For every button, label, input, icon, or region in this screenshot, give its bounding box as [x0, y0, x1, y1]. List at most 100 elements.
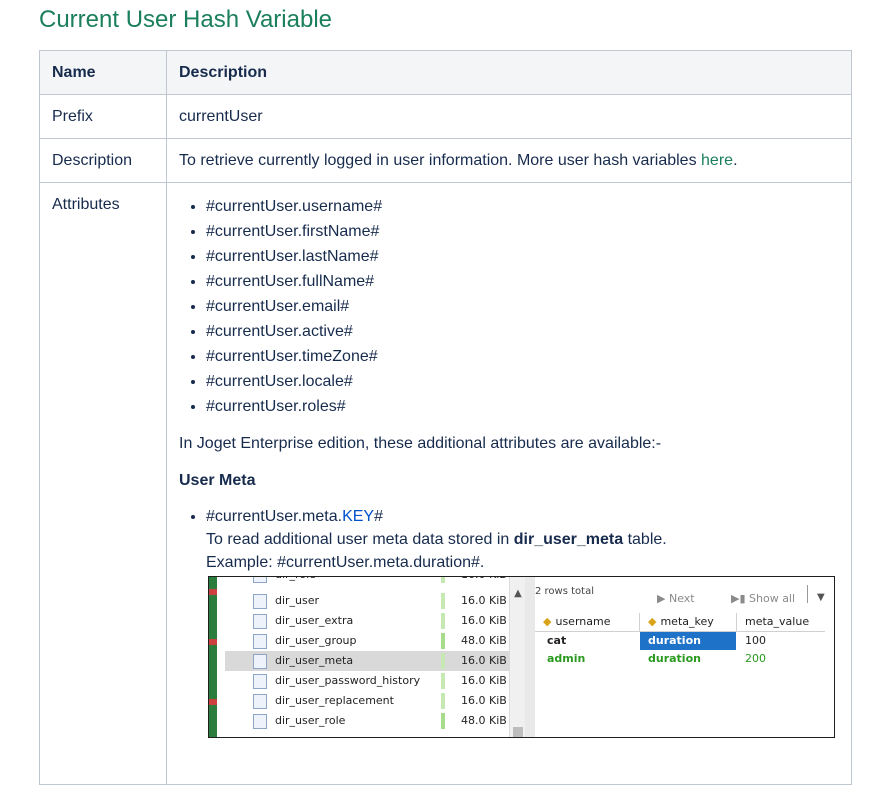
- column-header[interactable]: ◆ username: [535, 613, 640, 632]
- attributes-cell: #currentUser.username# #currentUser.firs…: [166, 182, 852, 785]
- table-icon: [253, 713, 267, 729]
- list-item: #currentUser.roles#: [206, 394, 839, 419]
- table-row-description: Description To retrieve currently logged…: [39, 138, 852, 183]
- column-label: username: [555, 615, 611, 628]
- pane-divider[interactable]: [525, 577, 535, 737]
- chevron-down-icon[interactable]: ▼: [817, 587, 825, 609]
- list-scrollbar[interactable]: ▲: [509, 577, 526, 737]
- meta-table-name: dir_user_meta: [513, 531, 624, 548]
- table-icon: [253, 673, 267, 689]
- page-title: Current User Hash Variable: [39, 6, 333, 33]
- grid-cell-selected[interactable]: duration: [640, 632, 736, 650]
- prefix-value: currentUser: [166, 94, 852, 139]
- meta-desc-c: table.: [623, 531, 667, 548]
- table-size: 16.0 KiB: [461, 594, 507, 607]
- size-bar: [441, 633, 445, 649]
- hash-variable-table: Name Description Prefix currentUser Desc…: [39, 50, 852, 785]
- table-row-prefix: Prefix currentUser: [39, 94, 852, 139]
- prefix-label: Prefix: [39, 94, 167, 139]
- table-list-row-selected[interactable]: dir_user_meta 16.0 KiB: [225, 651, 515, 671]
- marker: [209, 639, 217, 645]
- table-list-row[interactable]: dir_user_extra 16.0 KiB: [253, 611, 515, 631]
- grid-cell[interactable]: 100: [745, 632, 815, 650]
- grid-cell[interactable]: duration: [648, 650, 736, 668]
- header-name: Name: [39, 50, 167, 95]
- list-item: #currentUser.fullName#: [206, 269, 839, 294]
- table-name: dir_user_password_history: [275, 674, 421, 687]
- meta-example: Example: #currentUser.meta.duration#.: [206, 554, 485, 571]
- table-size: 16.0 KiB: [461, 654, 507, 667]
- table-name: dir_user_meta: [275, 654, 354, 667]
- table-header-row: Name Description: [39, 50, 852, 95]
- meta-list: #currentUser.meta.KEY# To read additiona…: [179, 505, 839, 574]
- database-screenshot: dir_role 16.0 KiB dir_user 16.0 KiB dir_us…: [208, 576, 835, 738]
- list-item: #currentUser.locale#: [206, 369, 839, 394]
- size-bar: [441, 593, 445, 609]
- meta-list-item: #currentUser.meta.KEY# To read additiona…: [206, 505, 839, 574]
- table-name: dir_user_replacement: [275, 694, 394, 707]
- list-item: #currentUser.active#: [206, 319, 839, 344]
- table-name: dir_user_extra: [275, 614, 354, 627]
- table-list-row[interactable]: dir_user_role 48.0 KiB: [253, 711, 515, 731]
- table-size: 48.0 KiB: [461, 634, 507, 647]
- grid-cell[interactable]: admin: [547, 650, 637, 668]
- size-bar: [441, 577, 445, 583]
- description-end: .: [733, 151, 738, 169]
- list-item: #currentUser.username#: [206, 194, 839, 219]
- meta-suffix: #: [374, 508, 383, 525]
- meta-key: KEY: [342, 508, 375, 525]
- play-icon: ▶: [657, 592, 666, 605]
- table-name: dir_role: [275, 577, 441, 585]
- description-label: Description: [39, 138, 167, 183]
- header-description: Description: [166, 50, 852, 95]
- left-strip: [209, 577, 217, 737]
- table-size: 16.0 KiB: [461, 577, 507, 585]
- table-icon: [253, 633, 267, 649]
- list-item: #currentUser.email#: [206, 294, 839, 319]
- result-grid: 2 rows total ▶ Next ▶▮ Show all ▼ ◆ usern…: [535, 577, 834, 737]
- grid-cell[interactable]: 200: [745, 650, 815, 668]
- toolbar-separator: [807, 585, 808, 603]
- marker: [209, 699, 217, 705]
- table-list-row[interactable]: dir_user_password_history 16.0 KiB: [253, 671, 515, 691]
- attribute-list: #currentUser.username# #currentUser.firs…: [179, 194, 839, 419]
- size-bar: [441, 613, 445, 629]
- column-header[interactable]: ◆ meta_key: [640, 613, 737, 632]
- table-list-row[interactable]: dir_user_group 48.0 KiB: [253, 631, 515, 651]
- table-list-row[interactable]: dir_role 16.0 KiB: [253, 577, 515, 585]
- size-bar: [441, 693, 445, 709]
- show-all-button[interactable]: ▶▮ Show all: [731, 588, 795, 610]
- size-bar: [441, 673, 445, 689]
- marker: [209, 589, 217, 595]
- chevron-up-icon[interactable]: ▲: [510, 583, 526, 605]
- column-label: meta_key: [660, 615, 714, 628]
- table-size: 16.0 KiB: [461, 674, 507, 687]
- table-list-row[interactable]: dir_user 16.0 KiB: [253, 591, 515, 611]
- table-icon: [253, 653, 267, 669]
- table-list: dir_role 16.0 KiB dir_user 16.0 KiB dir_us…: [217, 577, 515, 737]
- column-header[interactable]: meta_value: [737, 613, 825, 632]
- skip-icon: ▶▮: [731, 592, 746, 605]
- description-cell: To retrieve currently logged in user inf…: [166, 138, 852, 183]
- next-label: Next: [668, 592, 695, 605]
- table-name: dir_user_role: [275, 714, 346, 727]
- list-item: #currentUser.firstName#: [206, 219, 839, 244]
- table-row-attributes: Attributes #currentUser.username# #curre…: [39, 182, 852, 785]
- here-link[interactable]: here: [701, 152, 733, 169]
- table-size: 16.0 KiB: [461, 694, 507, 707]
- table-name: dir_user_group: [275, 634, 357, 647]
- size-bar: [441, 653, 445, 669]
- key-icon: ◆: [543, 615, 552, 628]
- list-item: #currentUser.lastName#: [206, 244, 839, 269]
- table-name: dir_user: [275, 594, 320, 607]
- user-meta-heading: User Meta: [179, 472, 256, 489]
- next-button[interactable]: ▶ Next: [657, 588, 695, 610]
- table-list-row[interactable]: dir_user_replacement 16.0 KiB: [253, 691, 515, 711]
- description-text: To retrieve currently logged in user inf…: [179, 151, 702, 169]
- row-count: 2 rows total: [535, 586, 594, 597]
- meta-prefix: #currentUser.meta.: [206, 508, 343, 525]
- key-icon: ◆: [648, 615, 657, 628]
- scroll-thumb[interactable]: [513, 727, 523, 737]
- show-all-label: Show all: [749, 592, 796, 605]
- grid-cell[interactable]: cat: [547, 632, 637, 650]
